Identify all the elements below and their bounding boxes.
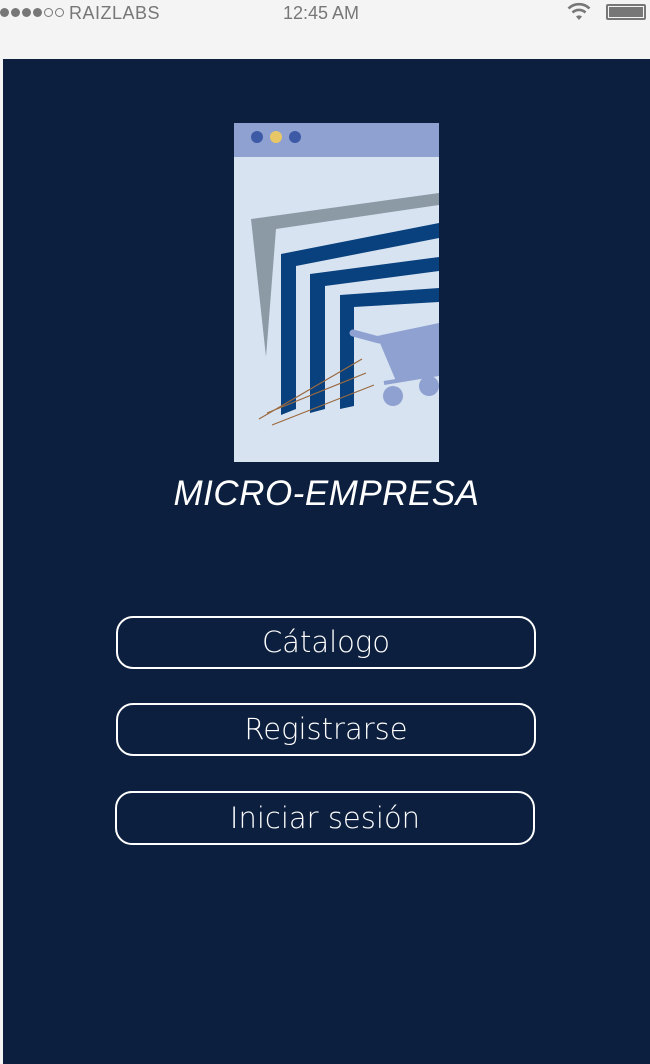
login-button[interactable]: Iniciar sesión — [115, 791, 535, 845]
app-title: MICRO-EMPRESA — [173, 474, 480, 513]
phone-screen: RAIZLABS 12:45 AM MICRO-EMPRESA Cátalogo… — [0, 0, 650, 1064]
app-screen: MICRO-EMPRESA Cátalogo Registrarse Inici… — [3, 59, 650, 1064]
carrier-name: RAIZLABS — [69, 3, 161, 23]
catalog-button[interactable]: Cátalogo — [116, 616, 536, 669]
warehouse-cart-logo — [234, 123, 439, 462]
status-bar: RAIZLABS 12:45 AM — [0, 0, 650, 30]
status-time: 12:45 AM — [283, 3, 360, 23]
signal-dots-icon — [0, 8, 64, 17]
battery-icon — [606, 4, 646, 20]
wifi-icon — [567, 2, 591, 20]
register-button[interactable]: Registrarse — [116, 703, 536, 756]
